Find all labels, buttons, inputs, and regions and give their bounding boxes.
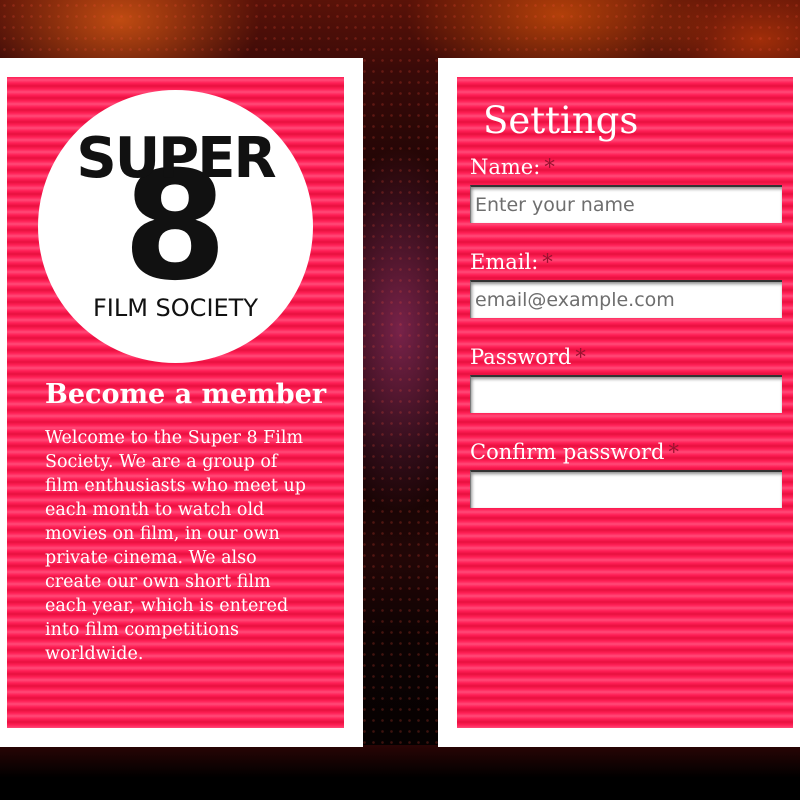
name-input[interactable] — [470, 185, 782, 223]
password-input[interactable] — [470, 375, 782, 413]
confirm-password-label-text: Confirm password — [470, 440, 665, 464]
confirm-password-input[interactable] — [470, 470, 782, 508]
name-required-marker: * — [544, 155, 555, 179]
membership-card-body: 8 SUPER FILM SOCIETY Become a member Wel… — [7, 77, 344, 728]
confirm-password-required-marker: * — [668, 440, 680, 464]
name-label-text: Name: — [470, 155, 541, 179]
membership-description: Welcome to the Super 8 Film Society. We … — [45, 428, 306, 664]
email-input[interactable] — [470, 280, 782, 318]
settings-card: Settings Name:* Email:* Password* Confir… — [438, 58, 800, 747]
settings-title: Settings — [483, 99, 639, 142]
confirm-password-label: Confirm password * — [470, 440, 679, 464]
logo-top-text: SUPER — [76, 126, 276, 191]
logo-bottom-text: FILM SOCIETY — [92, 294, 259, 322]
film-society-logo: 8 SUPER FILM SOCIETY — [38, 90, 313, 363]
password-label-text: Password — [470, 345, 572, 369]
password-required-marker: * — [575, 345, 586, 369]
email-label: Email: * — [470, 250, 553, 274]
email-required-marker: * — [542, 250, 553, 274]
background-bottom-band — [0, 745, 800, 800]
name-label: Name: * — [470, 155, 555, 179]
password-label: Password * — [470, 345, 586, 369]
email-label-text: Email: — [470, 250, 539, 274]
settings-card-body: Settings Name:* Email:* Password* Confir… — [457, 77, 793, 728]
membership-card: 8 SUPER FILM SOCIETY Become a member Wel… — [0, 58, 363, 747]
membership-heading: Become a member — [45, 379, 327, 410]
